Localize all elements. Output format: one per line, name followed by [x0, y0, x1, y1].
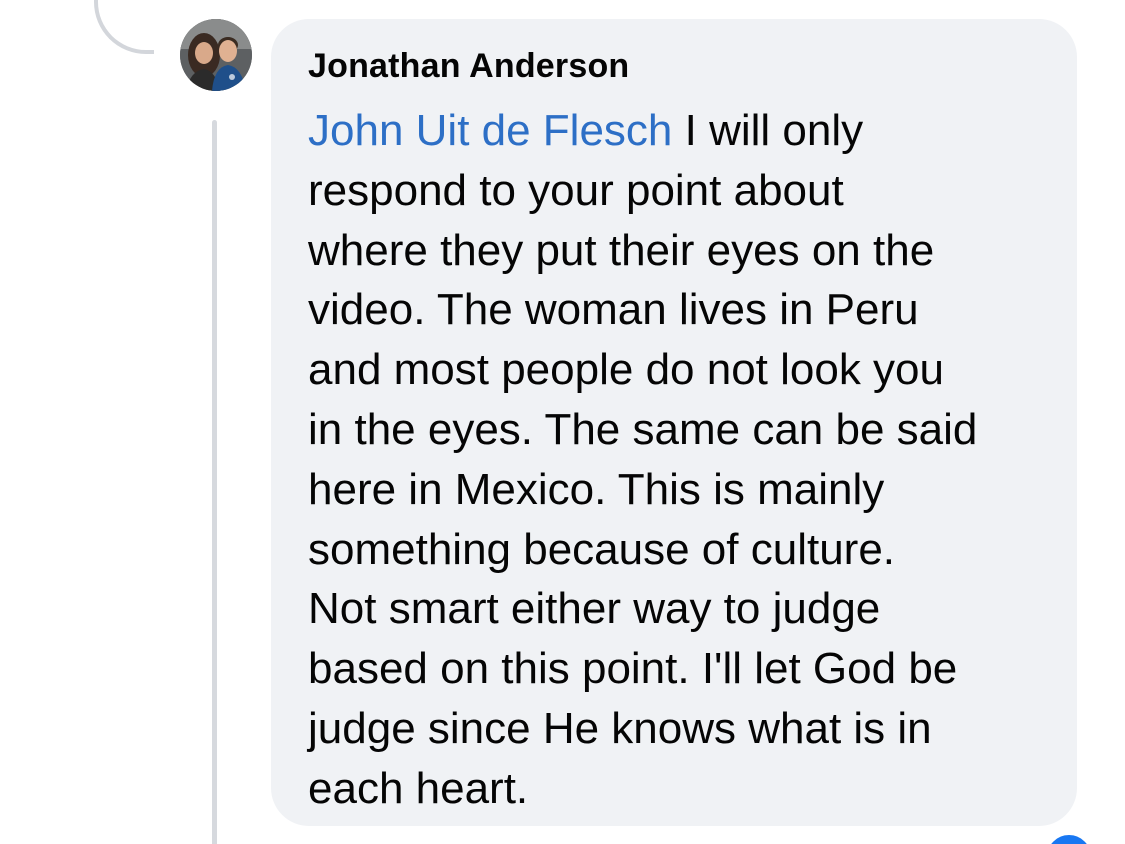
comment-thread: Jonathan Anderson John Uit de Flesch I w… [0, 0, 1125, 844]
comment-text-segment: I will only [672, 106, 864, 155]
comment-body: John Uit de Flesch I will only respond t… [308, 101, 1053, 819]
comment-line: where they put their eyes on the [308, 225, 935, 275]
comment-line: each heart. [308, 763, 529, 813]
comment-line: respond to your point about [308, 165, 844, 215]
comment-line: and most people do not look you [308, 345, 945, 395]
comment-bubble: Jonathan Anderson John Uit de Flesch I w… [271, 19, 1077, 826]
thread-connector-curve [94, 0, 154, 54]
mention-link[interactable]: John Uit de Flesch [308, 106, 672, 155]
like-reaction-icon[interactable] [1044, 832, 1094, 844]
comment-line: Not smart either way to judge [308, 584, 881, 634]
profile-photo-icon [180, 19, 252, 91]
comment-author-name[interactable]: Jonathan Anderson [308, 45, 1077, 87]
thread-connector-line [212, 120, 217, 844]
comment-line: video. The woman lives in Peru [308, 285, 919, 335]
comment-line: based on this point. I'll let God be [308, 644, 958, 694]
comment-line: judge since He knows what is in [308, 703, 932, 753]
comment-line: something because of culture. [308, 524, 896, 574]
comment-line: here in Mexico. This is mainly [308, 464, 885, 514]
comment-line: John Uit de Flesch I will only [308, 101, 1053, 161]
avatar[interactable] [180, 19, 252, 91]
comment-line: in the eyes. The same can be said [308, 404, 978, 454]
